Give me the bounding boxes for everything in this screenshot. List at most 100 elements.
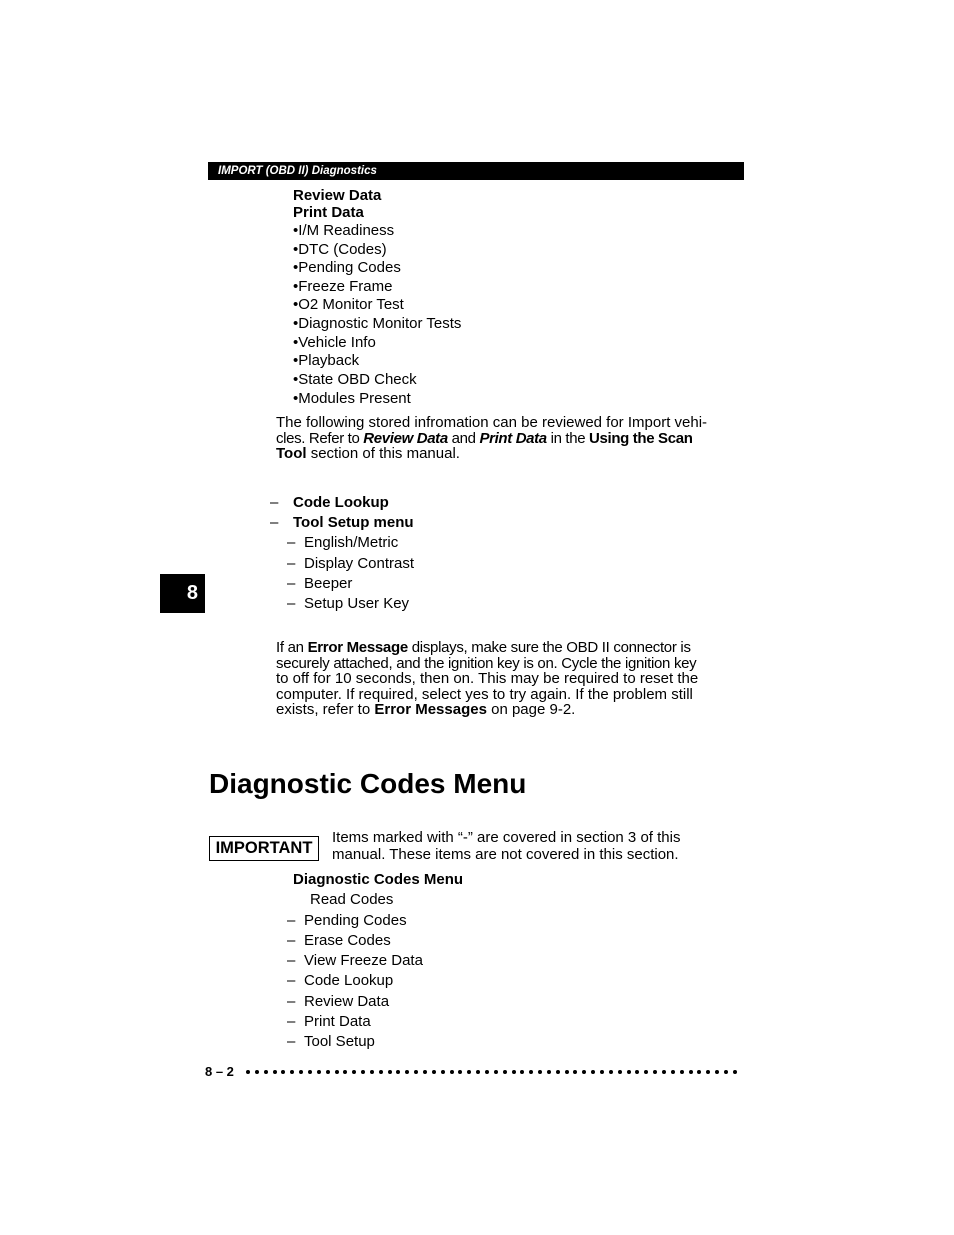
codes-menu-item-label: Pending Codes — [304, 912, 407, 929]
dash-bullet: – — [287, 1033, 296, 1050]
print-data-reference: Print Data — [479, 429, 547, 447]
leader-dot — [661, 1070, 666, 1074]
leader-dot — [458, 1070, 463, 1074]
text: exists, refer to — [276, 701, 375, 718]
dash-bullet: – — [270, 514, 279, 531]
leader-dot — [688, 1070, 693, 1074]
codes-menu-item: – Print Data — [287, 1013, 371, 1031]
submenu-item: – English/Metric — [287, 534, 398, 552]
leader-dot — [361, 1070, 366, 1074]
review-data-reference: Review Data — [363, 429, 448, 447]
leader-dot — [670, 1070, 675, 1074]
submenu-item-label: Beeper — [304, 575, 353, 592]
codes-menu-item: – Review Data — [287, 993, 389, 1011]
chapter-number: 8 — [186, 582, 198, 604]
chapter-tab: 8 — [160, 574, 205, 613]
leader-dot — [573, 1070, 578, 1074]
leader-dot — [617, 1070, 622, 1074]
running-header-title: IMPORT (OBD II) Diagnostics — [218, 165, 377, 177]
dash-bullet: – — [270, 494, 279, 511]
info-line-2: cles. Refer to Review Data and Print Dat… — [276, 429, 736, 447]
dash-bullet: – — [287, 1013, 296, 1030]
dash-bullet: – — [287, 555, 296, 572]
leader-dot — [502, 1070, 507, 1074]
error-line-3: to off for 10 seconds, then on. This may… — [276, 670, 699, 687]
dash-bullet: – — [287, 534, 296, 551]
leader-dot — [538, 1070, 543, 1074]
section-title: Diagnostic Codes Menu — [209, 768, 527, 799]
leader-dot — [484, 1070, 489, 1074]
submenu-item-label: Display Contrast — [304, 555, 415, 572]
important-badge: IMPORTANT — [209, 836, 319, 861]
text: in the — [546, 429, 590, 447]
leader-dot — [396, 1070, 401, 1074]
leader-dot — [467, 1070, 472, 1074]
leader-dot — [493, 1070, 498, 1074]
codes-menu-item: – Erase Codes — [287, 932, 391, 950]
error-message-term: Error Message — [307, 639, 409, 656]
menu-item-tool-setup: – Tool Setup menu — [270, 514, 414, 532]
leader-dot — [608, 1070, 613, 1074]
list-item: •Playback — [293, 352, 360, 369]
footer-dot-leader — [246, 1064, 741, 1080]
leader-dot — [626, 1070, 631, 1074]
leader-dot — [387, 1070, 392, 1074]
error-paragraph: If an Error Message displays, make sure … — [276, 640, 736, 718]
leader-dot — [290, 1070, 295, 1074]
submenu-item: – Beeper — [287, 575, 352, 593]
list-item: •DTC (Codes) — [293, 241, 387, 258]
leader-dot — [431, 1070, 436, 1074]
menu-item-code-lookup: – Code Lookup — [270, 494, 389, 512]
submenu-item: – Setup User Key — [287, 595, 409, 613]
submenu-item: – Display Contrast — [287, 555, 414, 573]
leader-dot — [555, 1070, 560, 1074]
codes-menu-item: – View Freeze Data — [287, 952, 423, 970]
dash-bullet: – — [287, 595, 296, 612]
leader-dot — [600, 1070, 604, 1074]
text: on page 9-2. — [486, 701, 576, 718]
submenu-item-label: Setup User Key — [304, 595, 410, 612]
leader-dot — [697, 1070, 702, 1074]
codes-menu-item-label: Code Lookup — [304, 972, 394, 989]
leader-dot — [352, 1070, 357, 1074]
codes-menu-item-label: Erase Codes — [304, 932, 391, 949]
list-item: •O2 Monitor Test — [293, 296, 404, 313]
menu-item-label: Code Lookup — [293, 494, 389, 511]
error-messages-reference: Error Messages — [374, 701, 487, 718]
list-item: •Pending Codes — [293, 259, 401, 276]
leader-dot — [644, 1070, 649, 1074]
error-line-1: If an Error Message displays, make sure … — [276, 640, 736, 656]
codes-menu-heading: Diagnostic Codes Menu — [293, 871, 464, 888]
leader-dot — [343, 1070, 348, 1074]
list-item: •Vehicle Info — [293, 334, 376, 351]
leader-dot — [529, 1070, 534, 1074]
info-line-3: Tool section of this manual. — [276, 446, 736, 462]
dash-bullet: – — [287, 993, 296, 1010]
page-number: 8 – 2 — [205, 1064, 234, 1079]
info-line-1: The following stored infromation can be … — [276, 414, 708, 431]
leader-dot — [405, 1070, 410, 1074]
dash-bullet: – — [287, 972, 296, 989]
info-paragraph: The following stored infromation can be … — [276, 415, 736, 462]
error-line-5: exists, refer to Error Messages on page … — [276, 702, 736, 718]
using-scan-tool-reference: Using the Scan — [589, 429, 693, 447]
important-note-line-1: Items marked with “-” are covered in sec… — [332, 829, 681, 846]
dash-bullet: – — [287, 952, 296, 969]
leader-dot — [582, 1070, 587, 1074]
text: displays, make sure the OBD II connector… — [407, 639, 691, 656]
leader-dot — [414, 1070, 419, 1074]
leader-dot — [732, 1070, 737, 1074]
text: and — [447, 429, 480, 447]
leader-dot — [440, 1070, 445, 1074]
leader-dot — [272, 1070, 277, 1074]
leader-dot — [564, 1070, 569, 1074]
leader-dot — [449, 1070, 454, 1074]
list-item: •Freeze Frame — [293, 278, 393, 295]
list-item: •Modules Present — [293, 390, 411, 407]
print-data-heading: Print Data — [293, 204, 364, 221]
dash-bullet: – — [287, 575, 296, 592]
leader-dot — [723, 1070, 728, 1074]
codes-menu-item: – Tool Setup — [287, 1033, 375, 1051]
list-item: •State OBD Check — [293, 371, 417, 388]
running-header: IMPORT (OBD II) Diagnostics — [208, 162, 744, 180]
